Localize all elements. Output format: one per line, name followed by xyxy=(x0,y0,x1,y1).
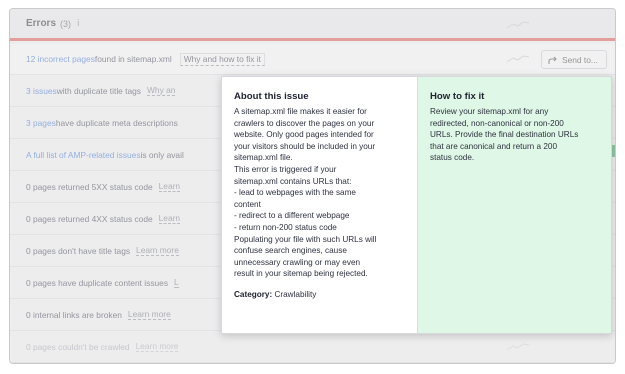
how-to-fix-body: Review your sitemap.xml for any redirect… xyxy=(430,106,601,164)
issue-text: 0 pages returned 4XX status code xyxy=(26,214,153,224)
learn-more-link[interactable]: Why an xyxy=(147,86,176,96)
about-issue-title: About this issue xyxy=(234,91,309,102)
about-line: unnecessary crawling or may even xyxy=(234,257,361,267)
category-label: Category: xyxy=(234,289,273,299)
issue-row-crawl: 0 pages couldn't be crawled Learn more xyxy=(10,332,615,363)
send-to-label: Send to... xyxy=(562,54,598,65)
learn-more-link[interactable]: L xyxy=(174,278,179,288)
errors-title: Errors xyxy=(26,18,57,29)
about-line: crawlers to discover the pages on your xyxy=(234,118,375,128)
info-icon[interactable]: i xyxy=(77,19,80,29)
about-line: confuse search engines, cause xyxy=(234,246,347,256)
issue-text: with duplicate title tags xyxy=(56,86,141,96)
errors-panel: Errors (3) i 12 incorrect pages found in… xyxy=(9,8,616,364)
learn-more-link[interactable]: Learn xyxy=(158,214,181,224)
issue-text: 0 pages don't have title tags xyxy=(26,246,131,256)
about-line: This error is triggered if your xyxy=(234,164,337,174)
category-value: Crawlability xyxy=(272,289,317,299)
issue-row-sitemap[interactable]: 12 incorrect pages found in sitemap.xml … xyxy=(10,44,615,75)
learn-more-link[interactable]: Learn more xyxy=(135,342,179,352)
issue-category: Category: Crawlability xyxy=(234,290,407,299)
sparkline-icon xyxy=(507,55,529,63)
issue-popover: About this issue A sitemap.xml file make… xyxy=(221,76,612,334)
fix-line: redirected, non-canonical or non-200 xyxy=(430,118,564,128)
fix-line: Review your sitemap.xml for any xyxy=(430,107,549,116)
about-line: sitemap.xml contains URLs that: xyxy=(234,176,352,186)
about-line: your visitors should be included in your xyxy=(234,141,376,151)
send-to-button[interactable]: Send to... xyxy=(541,50,607,69)
about-line: - lead to webpages with the same xyxy=(234,188,356,198)
issue-text: 0 pages have duplicate content issues xyxy=(26,278,169,288)
sparkline-icon xyxy=(507,343,529,351)
issue-text: 0 pages couldn't be crawled xyxy=(26,342,130,352)
about-line: A sitemap.xml file makes it easier for xyxy=(234,107,367,116)
fix-line: status code. xyxy=(430,153,475,163)
issue-link[interactable]: 12 incorrect pages xyxy=(26,54,95,64)
about-line: - redirect to a different webpage xyxy=(234,211,350,221)
fix-line: URLs. Provide the final destination URLs xyxy=(430,130,579,140)
about-line: - return non-200 status code xyxy=(234,222,337,232)
errors-count: (3) xyxy=(60,18,72,29)
issue-link[interactable]: 3 issues xyxy=(26,86,57,96)
issue-text: is only avail xyxy=(140,150,184,160)
share-arrow-icon xyxy=(548,56,557,64)
how-to-fix-title: How to fix it xyxy=(430,91,485,102)
about-issue-section: About this issue A sitemap.xml file make… xyxy=(222,77,417,333)
learn-more-link[interactable]: Learn more xyxy=(127,310,171,320)
how-to-fix-section: How to fix it Review your sitemap.xml fo… xyxy=(417,77,611,333)
errors-header: Errors (3) i xyxy=(10,9,615,41)
about-line: website. Only good pages intended for xyxy=(234,130,374,140)
about-line: Populating your file with such URLs will xyxy=(234,234,377,244)
issue-link[interactable]: A full list of AMP-related issues xyxy=(26,150,141,160)
about-line: content xyxy=(234,199,261,209)
issue-link[interactable]: 3 pages xyxy=(26,118,56,128)
about-line: sitemap.xml file. xyxy=(234,153,293,163)
learn-more-link[interactable]: Learn more xyxy=(136,246,179,256)
learn-more-link[interactable]: Learn xyxy=(158,182,181,192)
about-line: result in your sitemap being rejected. xyxy=(234,269,368,279)
sparkline-icon xyxy=(507,21,529,29)
issue-text: have duplicate meta descriptions xyxy=(55,118,178,128)
issue-text: 0 internal links are broken xyxy=(26,310,122,320)
why-fix-link[interactable]: Why and how to fix it xyxy=(179,52,265,66)
issue-text: 0 pages returned 5XX status code xyxy=(26,182,153,192)
fix-line: that are canonical and return a 200 xyxy=(430,141,557,151)
issue-text: found in sitemap.xml xyxy=(94,54,172,64)
about-issue-body: A sitemap.xml file makes it easier for c… xyxy=(234,106,407,280)
